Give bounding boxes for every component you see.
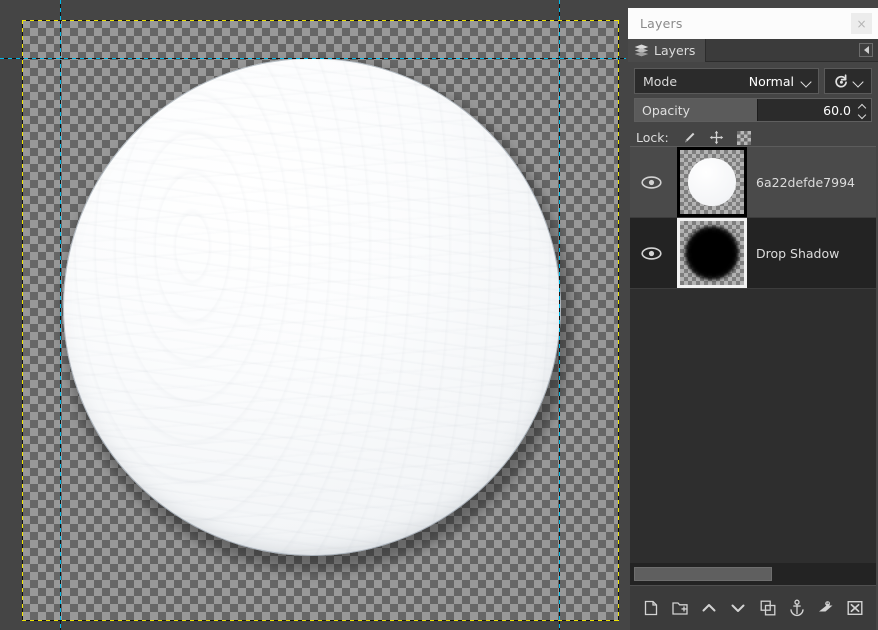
dock-titlebar: Layers × [628, 8, 878, 39]
dock-window-title: Layers [640, 16, 683, 31]
dock-body: Layers Mode Normal Opacity 60.0 Lock: 6a… [628, 39, 878, 630]
stepper-up-icon[interactable] [858, 104, 866, 109]
lower-layer-button[interactable] [726, 596, 750, 620]
dock-tabstrip: Layers [628, 39, 878, 62]
eye-icon[interactable] [630, 246, 672, 260]
chevron-down-icon [801, 78, 812, 85]
merge-down-button[interactable] [814, 596, 838, 620]
layer-name-0[interactable]: 6a22defde7994 [752, 175, 855, 190]
layer-row-1[interactable]: Drop Shadow [630, 218, 876, 289]
tab-layers-label: Layers [654, 43, 696, 58]
lock-label: Lock: [636, 130, 669, 145]
delete-layer-button[interactable] [843, 596, 867, 620]
reset-rotate-icon [833, 73, 850, 90]
layers-toolbar [630, 585, 876, 630]
thumbnail-shadow-shape [685, 226, 739, 280]
thumbnail-disc-shape [688, 158, 736, 206]
white-disc-thumbnail [677, 147, 747, 217]
mode-switch-button[interactable] [824, 68, 872, 94]
black-blur-disc-thumbnail [677, 218, 747, 288]
layer-thumbnail-wrap-0[interactable] [672, 147, 752, 217]
move-cross-icon[interactable] [709, 130, 725, 146]
new-layer-group-button[interactable] [668, 596, 692, 620]
layer-name-1[interactable]: Drop Shadow [752, 246, 839, 261]
layers-dock: Layers × Layers Mode Normal Opacity 60.0… [626, 0, 878, 630]
mode-label: Mode [643, 73, 678, 89]
image-canvas[interactable] [0, 0, 626, 630]
mode-value: Normal [748, 73, 794, 89]
raise-layer-button[interactable] [697, 596, 721, 620]
layer-row-0[interactable]: 6a22defde7994 [630, 147, 876, 218]
opacity-label: Opacity [642, 102, 691, 118]
layer-thumbnail-wrap-1[interactable] [672, 218, 752, 288]
gimp-window: Layers × Layers Mode Normal Opacity 60.0… [0, 0, 878, 630]
checkerboard-icon[interactable] [736, 130, 752, 146]
layers-list[interactable]: 6a22defde7994 Drop Shadow [630, 146, 876, 563]
brush-icon[interactable] [682, 130, 698, 146]
mode-row: Mode Normal [634, 68, 872, 94]
chevron-down-icon [853, 78, 864, 85]
opacity-stepper[interactable] [856, 99, 868, 121]
duplicate-layer-button[interactable] [756, 596, 780, 620]
white-wood-disc-render [63, 58, 561, 556]
opacity-value: 60.0 [823, 102, 851, 118]
opacity-track[interactable]: Opacity [635, 99, 758, 121]
scrollbar-thumb[interactable] [634, 567, 772, 581]
stepper-down-icon[interactable] [858, 111, 866, 116]
lock-row: Lock: [636, 128, 872, 147]
tab-layers[interactable]: Layers [628, 39, 707, 62]
close-icon[interactable]: × [851, 13, 872, 34]
opacity-slider[interactable]: Opacity 60.0 [634, 98, 872, 122]
mode-dropdown[interactable]: Mode Normal [634, 68, 819, 94]
new-layer-button[interactable] [639, 596, 663, 620]
tab-menu-arrow-icon[interactable] [859, 43, 873, 57]
disc-edge-shading [63, 58, 561, 556]
anchor-layer-button[interactable] [785, 596, 809, 620]
layers-horizontal-scrollbar[interactable] [630, 563, 876, 585]
eye-icon[interactable] [630, 175, 672, 189]
layers-icon [634, 44, 649, 57]
